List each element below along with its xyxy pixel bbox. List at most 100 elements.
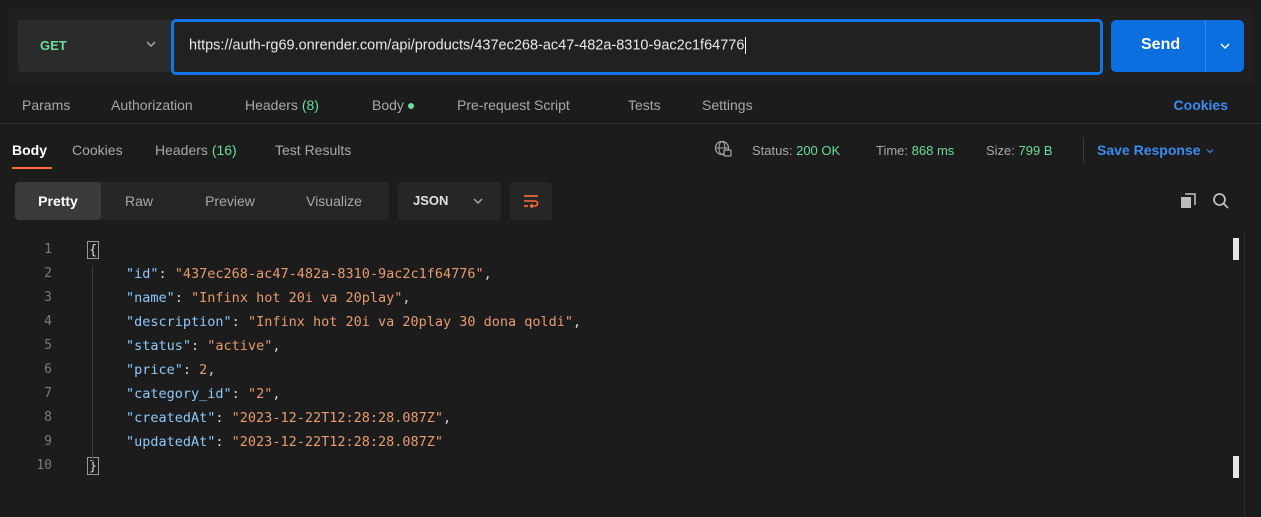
format-select[interactable]: JSON	[398, 182, 501, 220]
code-line: 2 "id": "437ec268-ac47-482a-8310-9ac2c1f…	[0, 262, 1261, 286]
tab-headers[interactable]: Headers (8)	[245, 97, 319, 113]
json-comma: ,	[207, 362, 216, 378]
line-number: 3	[44, 290, 52, 305]
json-value: "active"	[207, 338, 273, 354]
response-body-editor[interactable]: 1 { 2 "id": "437ec268-ac47-482a-8310-9ac…	[0, 232, 1261, 517]
save-response-button[interactable]: Save Response	[1097, 142, 1216, 158]
chevron-down-icon	[473, 198, 483, 205]
time-readout[interactable]: Time: 868 ms	[876, 143, 954, 158]
overview-marker	[1233, 456, 1239, 478]
tab-test-results[interactable]: Test Results	[275, 142, 351, 158]
send-label: Send	[1141, 36, 1181, 53]
tab-pre-request-script[interactable]: Pre-request Script	[457, 97, 570, 113]
line-number: 9	[44, 434, 52, 449]
tab-body-label: Body	[372, 97, 404, 113]
code-line: 1 {	[0, 238, 1261, 262]
open-brace: {	[86, 241, 100, 259]
indent-guide	[92, 266, 93, 462]
view-mode-tabs: Pretty Raw Preview Visualize	[15, 182, 389, 220]
copy-icon[interactable]	[1180, 193, 1196, 209]
search-icon[interactable]	[1212, 192, 1230, 210]
code-line: 9 "updatedAt": "2023-12-22T12:28:28.087Z…	[0, 430, 1261, 454]
divider	[1083, 137, 1084, 163]
tab-response-cookies[interactable]: Cookies	[72, 142, 123, 158]
chevron-down-icon[interactable]	[1217, 38, 1233, 54]
json-value: "Infinx hot 20i va 20play"	[191, 290, 403, 306]
wrap-lines-button[interactable]	[510, 182, 552, 220]
cookies-link[interactable]: Cookies	[1174, 97, 1228, 113]
json-key: "status"	[126, 338, 192, 354]
tab-params[interactable]: Params	[22, 97, 70, 113]
view-tab-pretty[interactable]: Pretty	[15, 182, 101, 220]
response-tabs: Body Cookies Headers (16) Test Results S…	[0, 125, 1261, 173]
code-line: 8 "createdAt": "2023-12-22T12:28:28.087Z…	[0, 406, 1261, 430]
view-tab-raw[interactable]: Raw	[111, 182, 167, 220]
tab-tests[interactable]: Tests	[628, 97, 661, 113]
tab-response-headers[interactable]: Headers (16)	[155, 142, 237, 158]
time-label: Time:	[876, 143, 909, 158]
json-value: "Infinx hot 20i va 20play 30 dona qoldi"	[247, 314, 574, 330]
json-value: "2023-12-22T12:28:28.087Z"	[231, 434, 443, 450]
line-number: 6	[44, 362, 52, 377]
line-number: 10	[36, 458, 52, 473]
send-divider	[1205, 20, 1206, 72]
tab-settings[interactable]: Settings	[702, 97, 753, 113]
status-readout[interactable]: Status: 200 OK	[752, 143, 840, 158]
send-button[interactable]: Send	[1111, 20, 1244, 72]
json-comma: ,	[402, 290, 411, 306]
json-comma: ,	[483, 266, 492, 282]
request-tabs: Params Authorization Headers (8) Body Pr…	[0, 88, 1261, 124]
code-line: 4 "description": "Infinx hot 20i va 20pl…	[0, 310, 1261, 334]
code-line: 3 "name": "Infinx hot 20i va 20play",	[0, 286, 1261, 310]
size-value: 799 B	[1018, 143, 1053, 158]
size-label: Size:	[986, 143, 1015, 158]
view-tab-preview[interactable]: Preview	[185, 182, 275, 220]
json-key: "price"	[126, 362, 183, 378]
url-input[interactable]: https://auth-rg69.onrender.com/api/produ…	[171, 19, 1103, 75]
json-value: "2023-12-22T12:28:28.087Z"	[231, 410, 443, 426]
line-number: 2	[44, 266, 52, 281]
chevron-down-icon	[146, 41, 156, 48]
overview-marker	[1233, 238, 1239, 260]
method-select[interactable]: GET	[18, 20, 173, 72]
line-number: 8	[44, 410, 52, 425]
status-value: 200 OK	[796, 143, 841, 158]
json-comma: ,	[272, 386, 281, 402]
tab-response-body[interactable]: Body	[12, 142, 47, 158]
close-brace: }	[86, 457, 100, 475]
request-bar: GET https://auth-rg69.onrender.com/api/p…	[8, 9, 1253, 83]
scrollbar-track[interactable]	[1244, 232, 1245, 517]
text-cursor	[745, 37, 747, 54]
json-key: "name"	[126, 290, 175, 306]
line-number: 7	[44, 386, 52, 401]
active-tab-underline	[12, 167, 52, 169]
line-number: 5	[44, 338, 52, 353]
line-number: 1	[44, 242, 52, 257]
method-label: GET	[40, 38, 67, 53]
response-headers-count: (16)	[211, 142, 237, 158]
size-readout[interactable]: Size: 799 B	[986, 143, 1053, 158]
view-tab-visualize[interactable]: Visualize	[287, 182, 381, 220]
json-comma: ,	[443, 410, 452, 426]
code-line: 6 "price": 2,	[0, 358, 1261, 382]
json-key: "category_id"	[126, 386, 232, 402]
tab-authorization[interactable]: Authorization	[111, 97, 193, 113]
body-indicator-dot	[407, 103, 414, 110]
time-value: 868 ms	[911, 143, 955, 158]
code-line: 10 }	[0, 454, 1261, 478]
status-label: Status:	[752, 143, 793, 158]
json-comma: ,	[272, 338, 281, 354]
globe-lock-icon[interactable]	[714, 140, 732, 158]
json-key: "description"	[126, 314, 232, 330]
url-text: https://auth-rg69.onrender.com/api/produ…	[189, 37, 745, 54]
tab-headers-label: Headers	[245, 97, 298, 113]
wrap-lines-icon	[524, 195, 539, 209]
json-key: "id"	[126, 266, 159, 282]
tab-response-headers-label: Headers	[155, 142, 208, 158]
code-line: 7 "category_id": "2",	[0, 382, 1261, 406]
json-value: "2"	[247, 386, 273, 402]
json-value: "437ec268-ac47-482a-8310-9ac2c1f64776"	[174, 266, 484, 282]
json-comma: ,	[573, 314, 582, 330]
tab-body[interactable]: Body	[372, 97, 414, 113]
json-key: "updatedAt"	[126, 434, 216, 450]
